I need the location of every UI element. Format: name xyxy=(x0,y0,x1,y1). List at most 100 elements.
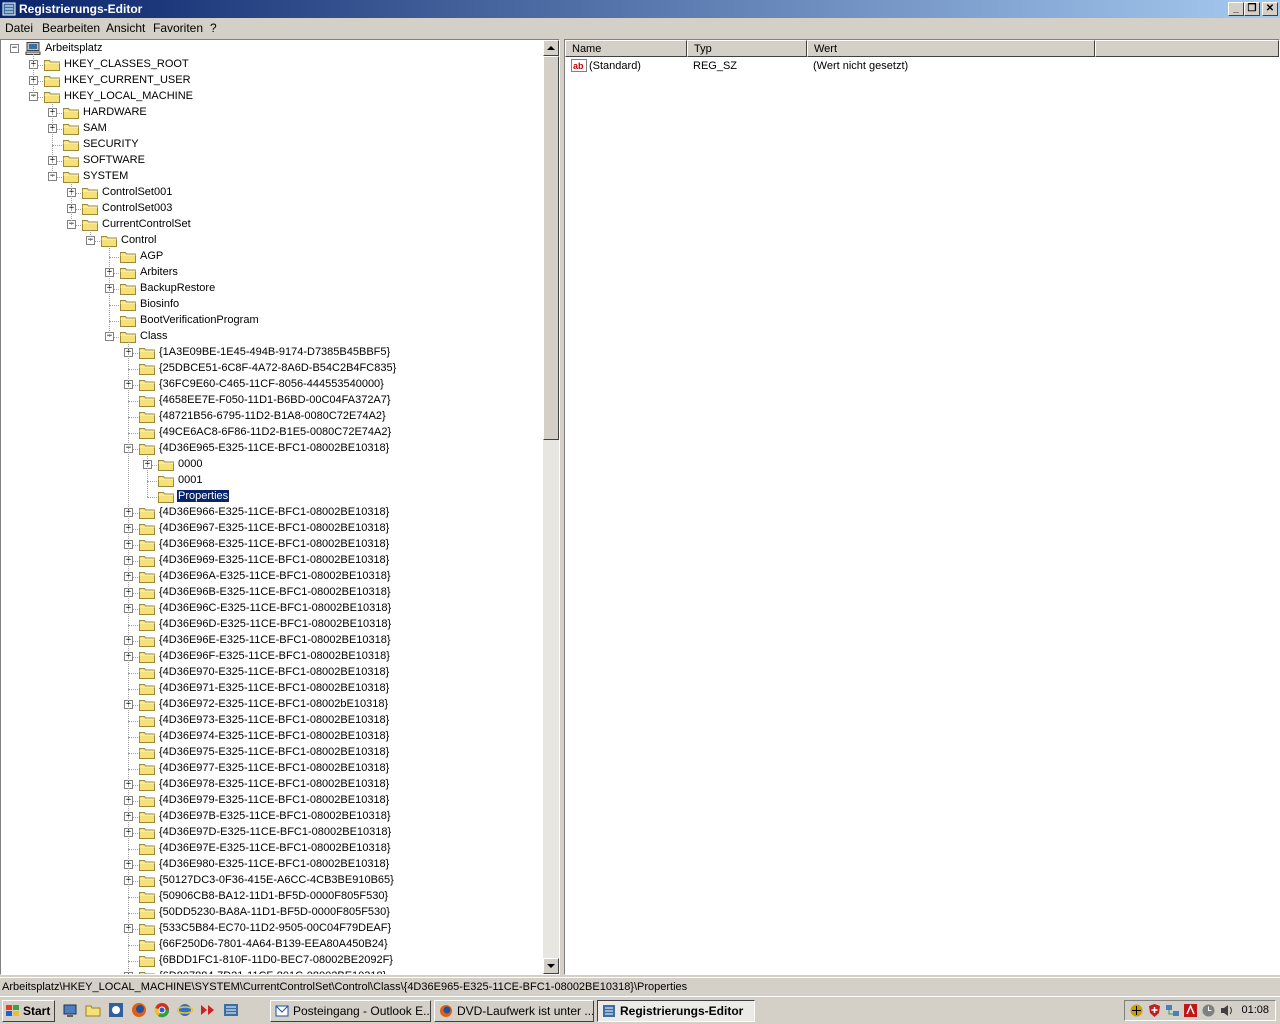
tree-item-label[interactable]: {4D36E975-E325-11CE-BFC1-08002BE10318} xyxy=(158,746,390,758)
tree-item[interactable]: + HARDWARE xyxy=(1,105,543,121)
tree-item[interactable]: {4D36E974-E325-11CE-BFC1-08002BE10318} xyxy=(1,729,543,745)
tree-item[interactable]: − SYSTEM xyxy=(1,169,543,185)
tree-item-label[interactable]: {4D36E965-E325-11CE-BFC1-08002BE10318} xyxy=(158,442,390,454)
tree-item[interactable]: + {4D36E967-E325-11CE-BFC1-08002BE10318} xyxy=(1,521,543,537)
tree-item[interactable]: + {4D36E979-E325-11CE-BFC1-08002BE10318} xyxy=(1,793,543,809)
scroll-thumb[interactable] xyxy=(543,56,559,440)
tree-item-label[interactable]: {48721B56-6795-11D2-B1A8-0080C72E74A2} xyxy=(158,410,387,422)
firefox-icon[interactable] xyxy=(131,1002,147,1018)
tree-item[interactable]: {4D36E97E-E325-11CE-BFC1-08002BE10318} xyxy=(1,841,543,857)
tree-item[interactable]: − Control xyxy=(1,233,543,249)
menu-datei[interactable]: Datei xyxy=(5,21,33,35)
start-button[interactable]: Start xyxy=(2,1000,55,1022)
ie-icon[interactable] xyxy=(177,1002,193,1018)
tree-item-label[interactable]: HKEY_LOCAL_MACHINE xyxy=(63,90,194,102)
tree-item-label[interactable]: {4D36E970-E325-11CE-BFC1-08002BE10318} xyxy=(158,666,390,678)
tree-item[interactable]: + Arbiters xyxy=(1,265,543,281)
tree-item-label[interactable]: SOFTWARE xyxy=(82,154,146,166)
tree-item-label[interactable]: {4D36E974-E325-11CE-BFC1-08002BE10318} xyxy=(158,730,390,742)
tree-item[interactable]: + {4D36E978-E325-11CE-BFC1-08002BE10318} xyxy=(1,777,543,793)
tree-item-label[interactable]: BootVerificationProgram xyxy=(139,314,260,326)
scroll-up-button[interactable] xyxy=(543,40,559,56)
tree-item[interactable]: {25DBCE51-6C8F-4A72-8A6D-B54C2B4FC835} xyxy=(1,361,543,377)
column-header-type[interactable]: Typ xyxy=(687,40,807,57)
tree-item-label[interactable]: {4D36E971-E325-11CE-BFC1-08002BE10318} xyxy=(158,682,390,694)
tree-item-label[interactable]: {4D36E97E-E325-11CE-BFC1-08002BE10318} xyxy=(158,842,392,854)
tree-item[interactable]: + {4D36E96A-E325-11CE-BFC1-08002BE10318} xyxy=(1,569,543,585)
tree-item[interactable]: 0001 xyxy=(1,473,543,489)
tree-item-label[interactable]: {6BDD1FC1-810F-11D0-BEC7-08002BE2092F} xyxy=(158,954,394,966)
value-row[interactable]: ab (Standard) REG_SZ (Wert nicht gesetzt… xyxy=(565,57,1265,75)
tree-item-label[interactable]: AGP xyxy=(139,250,164,262)
tree-item[interactable]: + HKEY_CLASSES_ROOT xyxy=(1,57,543,73)
task-regedit[interactable]: Registrierungs-Editor xyxy=(597,1000,755,1022)
tree-item-label[interactable]: SECURITY xyxy=(82,138,140,150)
tree-item-label[interactable]: {50906CB8-BA12-11D1-BF5D-0000F805F530} xyxy=(158,890,389,902)
tree-item-label[interactable]: {533C5B84-EC70-11D2-9505-00C04F79DEAF} xyxy=(158,922,392,934)
tree-item[interactable]: + BackupRestore xyxy=(1,281,543,297)
tree-item-label[interactable]: ControlSet003 xyxy=(101,202,173,214)
tree-item-label[interactable]: Arbiters xyxy=(139,266,179,278)
tree-item[interactable]: + {36FC9E60-C465-11CF-8056-444553540000} xyxy=(1,377,543,393)
tree-item-label[interactable]: {50DD5230-BA8A-11D1-BF5D-0000F805F530} xyxy=(158,906,391,918)
tree-item[interactable]: + {4D36E969-E325-11CE-BFC1-08002BE10318} xyxy=(1,553,543,569)
tree-item-label[interactable]: {4D36E978-E325-11CE-BFC1-08002BE10318} xyxy=(158,778,390,790)
antivirus-icon[interactable] xyxy=(1129,1003,1144,1018)
column-header-name[interactable]: Name xyxy=(565,40,687,57)
arrows-icon[interactable] xyxy=(200,1002,216,1018)
minimize-button[interactable]: _ xyxy=(1228,2,1244,16)
tree-item[interactable]: BootVerificationProgram xyxy=(1,313,543,329)
tree-item-label[interactable]: Arbeitsplatz xyxy=(44,42,103,54)
tree-item-label[interactable]: Control xyxy=(120,234,157,246)
tree-item-label[interactable]: CurrentControlSet xyxy=(101,218,192,230)
tree-item-label[interactable]: {50127DC3-0F36-415E-A6CC-4CB3BE910B65} xyxy=(158,874,395,886)
scroll-down-button[interactable] xyxy=(543,958,559,974)
tree-item-label[interactable]: {4D36E966-E325-11CE-BFC1-08002BE10318} xyxy=(158,506,390,518)
tree-item-label[interactable]: {4D36E977-E325-11CE-BFC1-08002BE10318} xyxy=(158,762,390,774)
tree-scrollbar[interactable] xyxy=(543,40,559,974)
menu-bearbeiten[interactable]: Bearbeiten xyxy=(42,21,100,35)
tree-item-label[interactable]: {4D36E968-E325-11CE-BFC1-08002BE10318} xyxy=(158,538,390,550)
tree-item[interactable]: +0000 xyxy=(1,457,543,473)
task-firefox[interactable]: DVD-Laufwerk ist unter ... xyxy=(434,1000,594,1022)
close-button[interactable]: ✕ xyxy=(1262,2,1278,16)
menu-ansicht[interactable]: Ansicht xyxy=(106,21,145,35)
tree-item-label[interactable]: HKEY_CURRENT_USER xyxy=(63,74,192,86)
tree-item-label[interactable]: {4D36E96E-E325-11CE-BFC1-08002BE10318} xyxy=(158,634,392,646)
column-header-value[interactable]: Wert xyxy=(807,40,1095,57)
tree-item-label[interactable]: {4D36E969-E325-11CE-BFC1-08002BE10318} xyxy=(158,554,390,566)
acrobat-icon[interactable] xyxy=(1183,1003,1198,1018)
tree-item[interactable]: {4658EE7E-F050-11D1-B6BD-00C04FA372A7} xyxy=(1,393,543,409)
tree-item[interactable]: {4D36E96D-E325-11CE-BFC1-08002BE10318} xyxy=(1,617,543,633)
tree-item-label[interactable]: SAM xyxy=(82,122,108,134)
tree-item[interactable]: + SAM xyxy=(1,121,543,137)
tree-item-label[interactable]: {4D36E972-E325-11CE-BFC1-08002bE10318} xyxy=(158,698,389,710)
tree-item-label[interactable]: {4D36E96F-E325-11CE-BFC1-08002BE10318} xyxy=(158,650,391,662)
chrome-icon[interactable] xyxy=(154,1002,170,1018)
title-bar[interactable]: Registrierungs-Editor _ ❐ ✕ xyxy=(0,0,1280,18)
tree-item-label[interactable]: {4D36E96A-E325-11CE-BFC1-08002BE10318} xyxy=(158,570,392,582)
menu-help[interactable]: ? xyxy=(210,21,217,35)
tree-item[interactable]: − CurrentControlSet xyxy=(1,217,543,233)
tree-item[interactable]: + HKEY_CURRENT_USER xyxy=(1,73,543,89)
tree-item-label[interactable]: {6D807884-7D21-11CF-801C-08002BE10318} xyxy=(158,970,387,974)
media-icon[interactable] xyxy=(108,1002,124,1018)
tree-item[interactable]: AGP xyxy=(1,249,543,265)
tree-item-label[interactable]: {4D36E96C-E325-11CE-BFC1-08002BE10318} xyxy=(158,602,392,614)
regedit-icon[interactable] xyxy=(223,1002,239,1018)
tree-item-label[interactable]: {4D36E97B-E325-11CE-BFC1-08002BE10318} xyxy=(158,810,392,822)
tree-item-label[interactable]: Properties xyxy=(175,489,231,503)
collapse-icon[interactable]: − xyxy=(10,44,19,53)
tree-item-label[interactable]: Biosinfo xyxy=(139,298,180,310)
tree-item-label[interactable]: {4D36E980-E325-11CE-BFC1-08002BE10318} xyxy=(158,858,390,870)
explorer-icon[interactable] xyxy=(85,1002,101,1018)
tree-item[interactable]: + {4D36E968-E325-11CE-BFC1-08002BE10318} xyxy=(1,537,543,553)
tree-item[interactable]: {49CE6AC8-6F86-11D2-B1E5-0080C72E74A2} xyxy=(1,425,543,441)
tree-item[interactable]: + {4D36E96C-E325-11CE-BFC1-08002BE10318} xyxy=(1,601,543,617)
speaker-icon[interactable] xyxy=(1219,1003,1234,1018)
tree-item[interactable]: + SOFTWARE xyxy=(1,153,543,169)
shield-icon[interactable] xyxy=(1147,1003,1162,1018)
tree-item-label[interactable]: HKEY_CLASSES_ROOT xyxy=(63,58,190,70)
tree-item[interactable]: + {4D36E966-E325-11CE-BFC1-08002BE10318} xyxy=(1,505,543,521)
show-desktop-icon[interactable] xyxy=(62,1002,78,1018)
